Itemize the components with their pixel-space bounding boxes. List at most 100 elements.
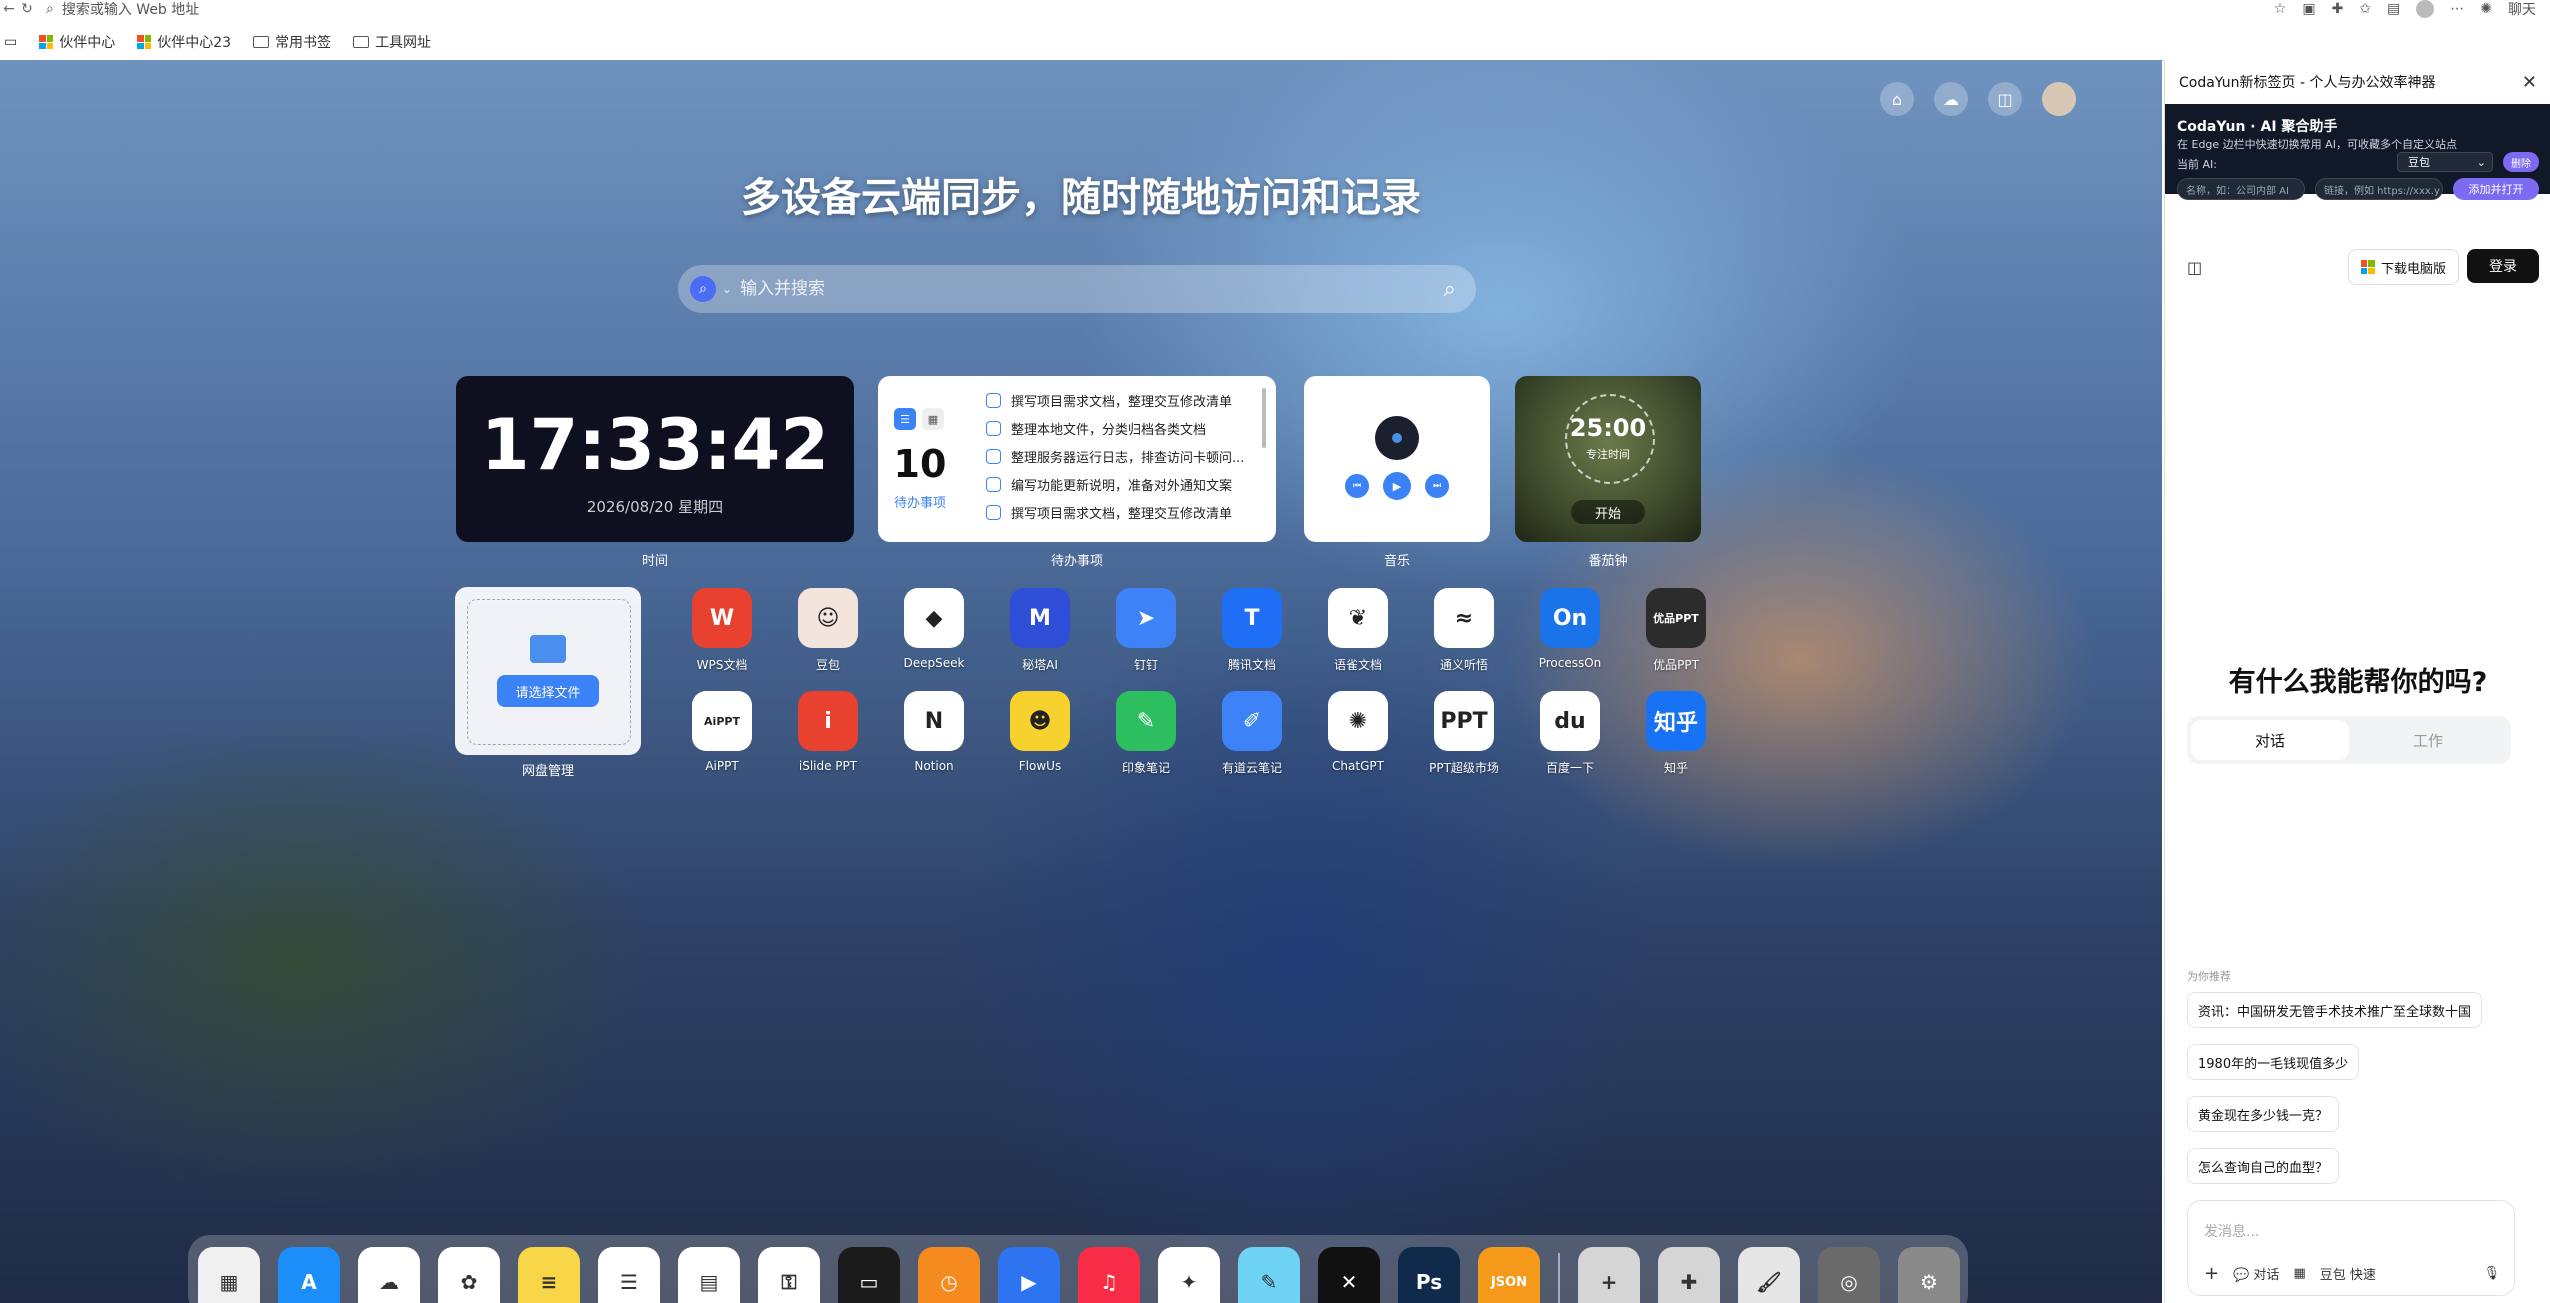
sidebar-toggle-icon[interactable]: ◫	[1988, 82, 2022, 116]
freeform-icon[interactable]: ✎	[1238, 1247, 1300, 1303]
profile-label[interactable]: 聊天	[2508, 0, 2536, 19]
omnibox[interactable]: ⌕ 搜索或输入 Web 地址	[36, 0, 2274, 18]
calendar-icon[interactable]: ▤	[678, 1247, 740, 1303]
app-shortcut[interactable]: W WPS文档	[669, 588, 775, 673]
next-icon[interactable]: ⏭	[1425, 474, 1449, 498]
play-icon[interactable]: ▶	[998, 1247, 1060, 1303]
todo-item[interactable]: 整理服务器运行日志，排查访问卡顿问...	[986, 442, 1256, 470]
camera-icon[interactable]: ◎	[1818, 1247, 1880, 1303]
extensions-puzzle-icon[interactable]: ✚	[2332, 1, 2344, 17]
list-view-icon[interactable]: ☰	[894, 408, 916, 430]
app-store-icon[interactable]: A	[278, 1247, 340, 1303]
reminders-icon[interactable]: ☰	[598, 1247, 660, 1303]
app-shortcut[interactable]: ➤ 钉钉	[1093, 588, 1199, 673]
checkbox[interactable]	[986, 476, 1001, 492]
app-shortcut[interactable]: ≈ 通义听悟	[1411, 588, 1517, 673]
app-shortcut[interactable]: ◆ DeepSeek	[881, 588, 987, 673]
message-composer[interactable]: 发消息... + 💬 对话 ▦ 豆包 快速 🎙	[2187, 1200, 2515, 1296]
user-avatar[interactable]	[2042, 82, 2076, 116]
more-icon[interactable]: ⋯	[2450, 1, 2464, 17]
chevron-down-icon[interactable]: ⌄	[722, 282, 732, 296]
suggestion-chip[interactable]: 怎么查询自己的血型？	[2187, 1148, 2340, 1184]
model-button[interactable]: 豆包 快速	[2320, 1264, 2376, 1283]
tab-work[interactable]: 工作	[2349, 720, 2507, 760]
app-shortcut[interactable]: On ProcessOn	[1517, 588, 1623, 673]
checkbox[interactable]	[986, 420, 1001, 436]
bookmark-folder[interactable]: 工具网址	[353, 32, 431, 52]
ai-url-input[interactable]: 链接，例如 https://xxx.y	[2315, 178, 2443, 200]
search-bar[interactable]: ⌕ ⌄ ⌕	[678, 265, 1476, 313]
drop-zone[interactable]	[467, 599, 631, 745]
bookmark-folder[interactable]: 常用书签	[253, 32, 331, 52]
bookmark-item[interactable]: 伙伴中心	[39, 32, 115, 52]
add-open-button[interactable]: 添加并打开	[2453, 178, 2539, 200]
ai-name-input[interactable]: 名称，如：公司内部 AI	[2177, 178, 2305, 200]
login-button[interactable]: 登录	[2467, 249, 2539, 283]
pomodoro-start-button[interactable]: 开始	[1571, 500, 1645, 524]
checkbox[interactable]	[986, 504, 1001, 520]
back-icon[interactable]: ←	[0, 1, 18, 17]
notes-icon[interactable]: ≡	[518, 1247, 580, 1303]
todo-item[interactable]: 整理本地文件，分类归档各类文档	[986, 414, 1256, 442]
clock-icon[interactable]: ◷	[918, 1247, 980, 1303]
search-engine-icon[interactable]: ⌕	[690, 276, 716, 302]
app-shortcut[interactable]: PPT PPT超级市场	[1411, 691, 1517, 776]
app-shortcut[interactable]: ❦ 语雀文档	[1305, 588, 1411, 673]
previous-icon[interactable]: ⏮	[1345, 474, 1369, 498]
clock-widget[interactable]: 17:33:42 2026/08/20 星期四	[456, 376, 854, 542]
search-icon[interactable]: ⌕	[1444, 277, 1456, 302]
settings-icon[interactable]: ⚙	[1898, 1247, 1960, 1303]
brush-icon[interactable]: 🖌	[1738, 1247, 1800, 1303]
home-icon[interactable]: ⌂	[1880, 82, 1914, 116]
app-shortcut[interactable]: M 秘塔AI	[987, 588, 1093, 673]
music-icon[interactable]: ♫	[1078, 1247, 1140, 1303]
app-shortcut[interactable]: T 腾讯文档	[1199, 588, 1305, 673]
cloud-disk-widget[interactable]: 请选择文件	[455, 587, 641, 755]
photos-icon[interactable]: ✿	[438, 1247, 500, 1303]
app-shortcut[interactable]: 优品PPT 优品PPT	[1623, 588, 1729, 673]
bookmarks-menu-icon[interactable]: ▭	[4, 34, 17, 50]
app-shortcut[interactable]: i iSlide PPT	[775, 691, 881, 776]
bookmark-item[interactable]: 伙伴中心23	[137, 32, 231, 52]
close-icon[interactable]: ✕	[2522, 72, 2537, 93]
copilot-icon[interactable]: ✺	[2480, 1, 2492, 17]
safari-icon[interactable]: ✦	[1158, 1247, 1220, 1303]
app-shortcut[interactable]: AiPPT AiPPT	[669, 691, 775, 776]
todo-widget[interactable]: ☰ ▦ 10 待办事项 撰写项目需求文档，整理交互修改清单 整理本地文件，分类归…	[878, 376, 1276, 542]
checkbox[interactable]	[986, 448, 1001, 464]
icloud-icon[interactable]: ☁	[358, 1247, 420, 1303]
suggestion-chip[interactable]: 1980年的一毛钱现值多少	[2187, 1044, 2360, 1080]
chat-mode-button[interactable]: 💬 对话	[2233, 1264, 2279, 1283]
todo-item[interactable]: 撰写项目需求文档，整理交互修改清单	[986, 386, 1256, 414]
sidebar-toggle-icon[interactable]: ◫	[2187, 258, 2202, 277]
checkbox[interactable]	[986, 392, 1001, 408]
tab-chat[interactable]: 对话	[2191, 720, 2349, 760]
photoshop-icon[interactable]: Ps	[1398, 1247, 1460, 1303]
app-shortcut[interactable]: ☺ 豆包	[775, 588, 881, 673]
add-icon[interactable]: +	[2204, 1263, 2219, 1284]
search-input[interactable]	[738, 278, 1444, 300]
download-desktop-button[interactable]: 下载电脑版	[2347, 249, 2459, 285]
collections-icon[interactable]: ▤	[2387, 1, 2400, 17]
grid-view-icon[interactable]: ▦	[922, 408, 944, 430]
passwords-icon[interactable]: ⚿	[758, 1247, 820, 1303]
todo-item[interactable]: 撰写项目需求文档，整理交互修改清单	[986, 498, 1256, 526]
music-widget[interactable]: ⏮ ▶ ⏭	[1304, 376, 1490, 542]
favorites-icon[interactable]: ✩	[2359, 1, 2371, 17]
profile-avatar[interactable]	[2416, 0, 2435, 18]
suggestion-chip[interactable]: 资讯：中国研发无管手术技术推广至全球数十国	[2187, 992, 2483, 1028]
puzzle-icon[interactable]: ✚	[1658, 1247, 1720, 1303]
ai-select[interactable]: 豆包 ⌄	[2397, 152, 2493, 172]
add-icon[interactable]: +	[1578, 1247, 1640, 1303]
choose-file-button[interactable]: 请选择文件	[497, 675, 599, 707]
apps-icon[interactable]: ▦	[2293, 1266, 2305, 1281]
delete-button[interactable]: 删除	[2503, 152, 2539, 172]
pomodoro-widget[interactable]: 25:00 专注时间 开始	[1515, 376, 1701, 542]
refresh-icon[interactable]: ↻	[18, 1, 36, 17]
cloud-sync-icon[interactable]: ☁	[1934, 82, 1968, 116]
favorite-star-icon[interactable]: ☆	[2274, 1, 2287, 17]
app-shortcut[interactable]: 知乎 知乎	[1623, 691, 1729, 776]
launchpad-icon[interactable]: ▦	[198, 1247, 260, 1303]
app-shortcut[interactable]: du 百度一下	[1517, 691, 1623, 776]
cross-icon[interactable]: ✕	[1318, 1247, 1380, 1303]
